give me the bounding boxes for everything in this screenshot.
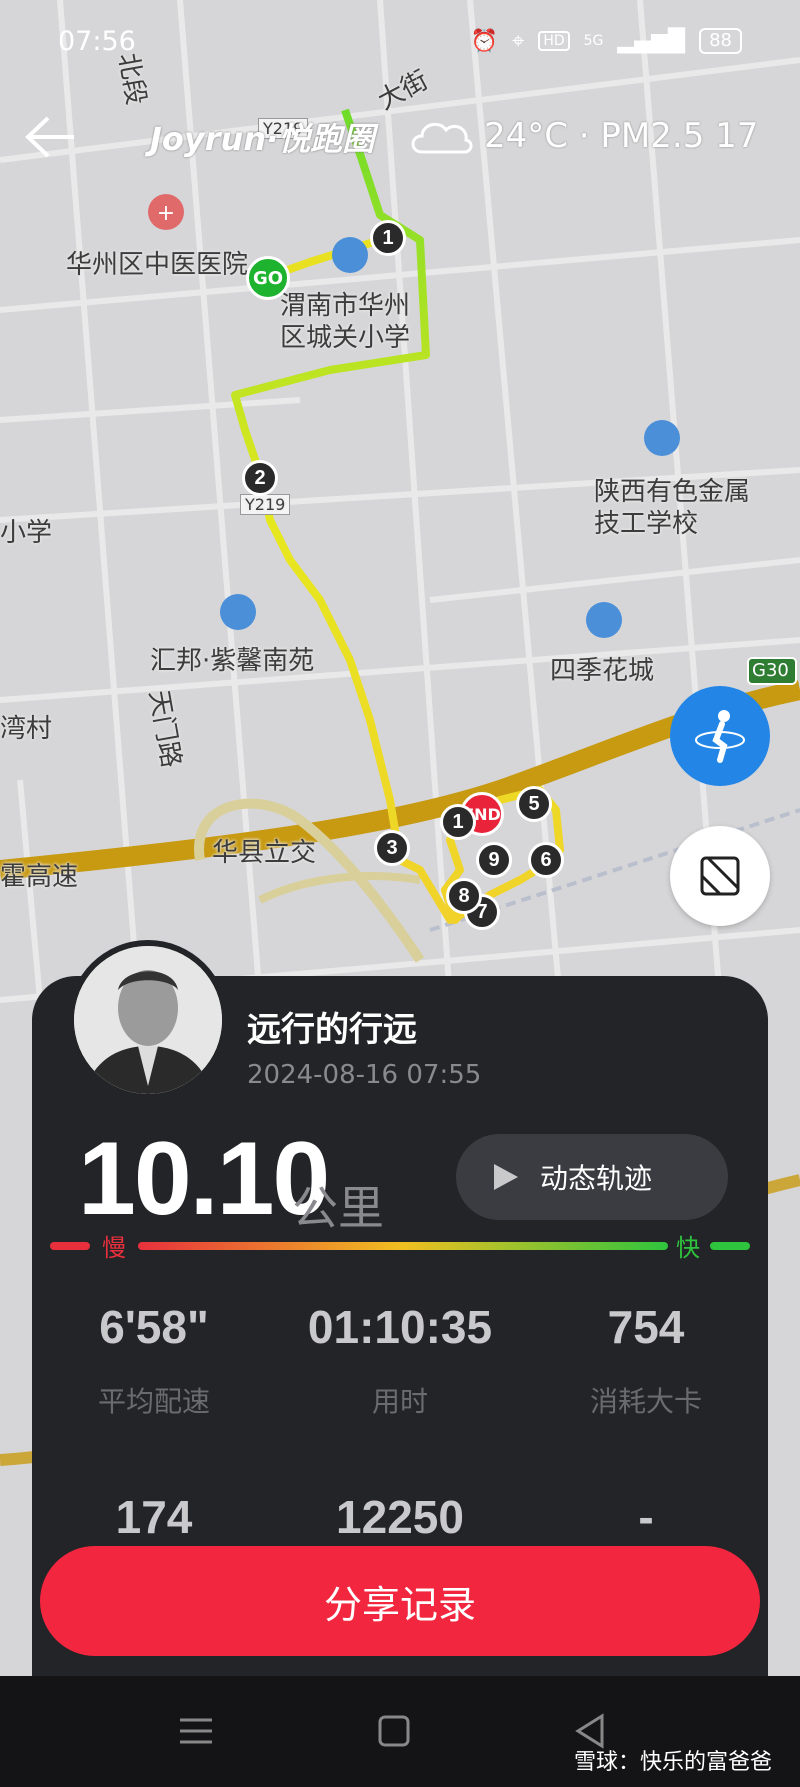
map-label-interchange: 华县立交 — [212, 838, 317, 868]
pace-legend-bar — [50, 1242, 750, 1250]
km-marker-10[interactable]: 1 — [440, 804, 476, 840]
stat-steps: 12250 — [290, 1490, 510, 1544]
km-marker-9[interactable]: 9 — [476, 842, 512, 878]
map-toggle-button[interactable] — [670, 826, 770, 926]
alarm-icon: ⏰ — [470, 28, 498, 54]
map-layer-icon — [700, 856, 740, 896]
track-replay-label: 动态轨迹 — [540, 1162, 653, 1195]
weather-text: 24°C · PM2.5 17 — [484, 116, 759, 156]
stat-value: 6'58" — [99, 1301, 209, 1353]
km-marker-6[interactable]: 6 — [528, 842, 564, 878]
map-label-huibang: 汇邦·紫馨南苑 — [150, 646, 315, 676]
map-label-school: 渭南市华州区城关小学 — [280, 291, 411, 353]
home-icon[interactable] — [364, 1706, 424, 1756]
app-brand: Joyrun·悦跑圈 — [150, 120, 375, 158]
map-label-expressway: 霍高速 — [0, 862, 79, 892]
track-replay-button[interactable]: 动态轨迹 — [456, 1134, 728, 1220]
hd-icon: HD — [538, 31, 570, 51]
stat-other: - — [536, 1490, 756, 1544]
stat-value: 754 — [607, 1301, 685, 1353]
weather: 24°C · PM2.5 17 — [408, 114, 758, 158]
map-label-siji: 四季花城 — [550, 656, 655, 686]
map-label-hospital: 华州区中医医院 — [66, 250, 249, 280]
stat-duration: 01:10:35 用时 — [290, 1300, 510, 1420]
status-time: 07:56 — [58, 26, 136, 57]
distance-unit: 公里 — [292, 1181, 384, 1235]
run-mode-button[interactable] — [670, 686, 770, 786]
map-label-primary: 小学 — [0, 518, 53, 548]
km-marker-2[interactable]: 2 — [242, 460, 278, 496]
map-label-road-y219-2: Y219 — [240, 494, 291, 515]
play-icon — [494, 1164, 518, 1190]
map-label-tech-school: 陕西有色金属技工学校 — [594, 477, 751, 539]
run-datetime: 2024-08-16 07:55 — [247, 1060, 482, 1090]
stat-value: - — [638, 1491, 654, 1543]
watermark: 雪球：快乐的富爸爸 — [573, 1750, 772, 1775]
avatar-photo — [74, 946, 222, 1094]
cloud-icon — [411, 122, 473, 154]
status-icons: ⏰ ⌖ HD 5G ▂▄▆█ 88 — [471, 28, 742, 54]
battery-icon: 88 — [699, 28, 742, 54]
share-record-label: 分享记录 — [323, 1584, 476, 1627]
status-bar: 07:56 ⏰ ⌖ HD 5G ▂▄▆█ 88 — [0, 0, 800, 90]
network-icon: 5G — [583, 33, 604, 49]
map-label-g30: G30 — [752, 660, 789, 681]
distance-value: 10.10 — [78, 1121, 330, 1237]
stat-label: 平均配速 — [97, 1385, 210, 1418]
stat-value: 12250 — [336, 1491, 464, 1543]
stat-value: 174 — [115, 1491, 193, 1543]
km-marker-5[interactable]: 5 — [516, 786, 552, 822]
map-label-village: 湾村 — [0, 714, 53, 744]
start-marker[interactable]: GO — [246, 256, 290, 300]
avatar[interactable] — [68, 940, 228, 1100]
stat-cadence: 174 — [44, 1490, 264, 1544]
stat-calories: 754 消耗大卡 — [536, 1300, 756, 1420]
stat-avg-pace: 6'58" 平均配速 — [44, 1300, 264, 1420]
stat-label: 用时 — [371, 1385, 428, 1418]
signal-icon: ▂▄▆█ — [617, 28, 686, 54]
menu-icon[interactable] — [166, 1706, 226, 1756]
back-arrow-icon[interactable] — [22, 112, 78, 162]
header: Joyrun·悦跑圈 24°C · PM2.5 17 — [0, 100, 800, 180]
stat-value: 01:10:35 — [307, 1301, 493, 1353]
pace-slow-label: 慢 — [102, 1234, 126, 1262]
pace-fast-label: 快 — [676, 1234, 700, 1262]
location-icon: ⌖ — [511, 28, 525, 54]
stat-label: 消耗大卡 — [589, 1385, 702, 1418]
km-marker-8[interactable]: 8 — [446, 878, 482, 914]
poi-hospital-icon: + — [148, 194, 184, 230]
svg-text:+: + — [157, 201, 175, 226]
share-record-button[interactable]: 分享记录 — [40, 1546, 760, 1656]
runner-icon — [695, 710, 745, 763]
km-marker-1[interactable]: 1 — [370, 220, 406, 256]
km-marker-3[interactable]: 3 — [374, 830, 410, 866]
username: 远行的行远 — [247, 1010, 417, 1050]
